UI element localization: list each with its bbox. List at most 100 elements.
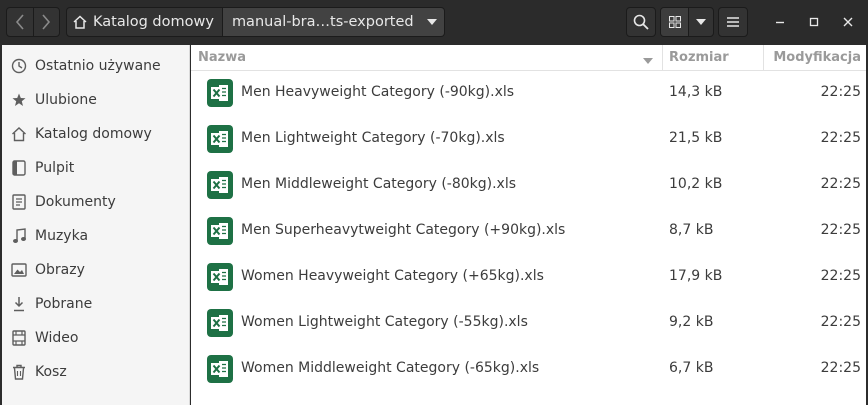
nav-buttons (6, 7, 60, 37)
chevron-right-icon (42, 14, 51, 30)
video-icon (10, 329, 28, 347)
maximize-icon (809, 17, 819, 27)
file-modified: 22:25 (820, 222, 861, 238)
home-icon (10, 125, 28, 143)
column-header-size[interactable]: Rozmiar (669, 50, 729, 65)
minimize-icon (776, 21, 784, 24)
file-size: 6,7 kB (669, 360, 714, 376)
table-row[interactable]: Women Middleweight Category (-65kg).xls 6… (191, 346, 866, 392)
spreadsheet-file-icon (207, 171, 233, 199)
home-icon (73, 15, 87, 29)
sidebar-item-desktop[interactable]: Pulpit (2, 151, 188, 185)
sidebar-item-label: Muzyka (35, 228, 89, 244)
star-icon (10, 91, 28, 109)
column-separator[interactable] (763, 45, 764, 71)
view-options (660, 7, 714, 37)
spreadsheet-file-icon (207, 309, 233, 337)
file-size: 8,7 kB (669, 222, 714, 238)
file-size: 9,2 kB (669, 314, 714, 330)
table-row[interactable]: Women Heavyweight Category (+65kg).xls 17… (191, 254, 866, 300)
file-name: Men Middleweight Category (-80kg).xls (241, 176, 517, 192)
sidebar-item-label: Pobrane (35, 296, 93, 312)
breadcrumb-home[interactable]: Katalog domowy (66, 7, 223, 37)
forward-button[interactable] (32, 8, 60, 36)
view-dropdown-button[interactable] (689, 8, 713, 36)
table-row[interactable]: Men Heavyweight Category (-90kg).xls 14,3… (191, 70, 866, 116)
spreadsheet-file-icon (207, 125, 233, 153)
breadcrumb-current-label: manual-bra…ts-exported (231, 14, 414, 30)
file-modified: 22:25 (820, 130, 861, 146)
grid-view-button[interactable] (661, 8, 690, 36)
chevron-down-icon[interactable] (426, 18, 438, 26)
file-name: Women Lightweight Category (-55kg).xls (241, 314, 528, 330)
maximize-button[interactable] (804, 12, 824, 32)
search-button[interactable] (626, 7, 656, 37)
file-name: Women Middleweight Category (-65kg).xls (241, 360, 540, 376)
sidebar-item-label: Katalog domowy (35, 126, 152, 142)
sidebar-item-recent[interactable]: Ostatnio używane (2, 49, 188, 83)
document-icon (10, 193, 28, 211)
spreadsheet-file-icon (207, 79, 233, 107)
minimize-button[interactable] (770, 12, 790, 32)
sidebar-item-videos[interactable]: Wideo (2, 321, 188, 355)
desktop-icon (10, 159, 28, 177)
file-name: Men Heavyweight Category (-90kg).xls (241, 84, 515, 100)
file-size: 17,9 kB (669, 268, 723, 284)
sidebar-item-label: Obrazy (35, 262, 85, 278)
column-header-name[interactable]: Nazwa (198, 50, 246, 65)
table-row[interactable]: Women Lightweight Category (-55kg).xls 9,… (191, 300, 866, 346)
table-row[interactable]: Men Superheavytweight Category (+90kg).x… (191, 208, 866, 254)
sidebar-item-home[interactable]: Katalog domowy (2, 117, 188, 151)
sidebar-item-label: Ulubione (35, 92, 97, 108)
sidebar-item-downloads[interactable]: Pobrane (2, 287, 188, 321)
image-icon (10, 261, 28, 279)
sidebar-item-starred[interactable]: Ulubione (2, 83, 188, 117)
music-icon (10, 227, 28, 245)
close-icon (843, 17, 853, 27)
table-row[interactable]: Men Lightweight Category (-70kg).xls 21,5… (191, 116, 866, 162)
close-button[interactable] (838, 12, 858, 32)
grid-icon (668, 16, 681, 28)
file-modified: 22:25 (820, 360, 861, 376)
download-icon (10, 295, 28, 313)
spreadsheet-file-icon (207, 217, 233, 245)
sidebar-item-label: Dokumenty (35, 194, 116, 210)
sidebar-item-documents[interactable]: Dokumenty (2, 185, 188, 219)
sidebar-item-label: Kosz (35, 364, 67, 380)
sidebar-item-music[interactable]: Muzyka (2, 219, 188, 253)
sort-arrow-icon[interactable] (643, 54, 653, 69)
column-header-modified[interactable]: Modyfikacja (773, 50, 861, 65)
spreadsheet-file-icon (207, 263, 233, 291)
sidebar: Ostatnio używane Ulubione Katalog domowy… (2, 45, 190, 405)
file-list: Nazwa Rozmiar Modyfikacja Men Heavyweigh… (191, 45, 866, 405)
chevron-down-icon (696, 18, 707, 25)
hamburger-icon (727, 17, 739, 27)
file-size: 21,5 kB (669, 130, 723, 146)
chevron-left-icon (15, 14, 24, 30)
file-name: Women Heavyweight Category (+65kg).xls (241, 268, 544, 284)
sidebar-item-trash[interactable]: Kosz (2, 355, 188, 389)
column-header-row: Nazwa Rozmiar Modyfikacja (191, 45, 866, 71)
sidebar-item-label: Pulpit (35, 160, 75, 176)
file-name: Men Lightweight Category (-70kg).xls (241, 130, 505, 146)
file-name: Men Superheavytweight Category (+90kg).x… (241, 222, 566, 238)
header-bar: Katalog domowy manual-bra…ts-exported (0, 0, 868, 45)
search-icon (633, 14, 649, 30)
breadcrumb-current[interactable]: manual-bra…ts-exported (222, 7, 445, 37)
file-size: 14,3 kB (669, 84, 723, 100)
breadcrumb-home-label: Katalog domowy (93, 14, 214, 30)
file-modified: 22:25 (820, 314, 861, 330)
sidebar-item-label: Ostatnio używane (35, 58, 161, 74)
table-row[interactable]: Men Middleweight Category (-80kg).xls 10,… (191, 162, 866, 208)
file-size: 10,2 kB (669, 176, 723, 192)
file-modified: 22:25 (820, 84, 861, 100)
back-button[interactable] (7, 8, 33, 36)
column-separator[interactable] (662, 45, 663, 71)
breadcrumb: Katalog domowy manual-bra…ts-exported (66, 7, 445, 37)
file-modified: 22:25 (820, 176, 861, 192)
spreadsheet-file-icon (207, 355, 233, 383)
trash-icon (10, 363, 28, 381)
sidebar-item-pictures[interactable]: Obrazy (2, 253, 188, 287)
clock-icon (10, 57, 28, 75)
menu-button[interactable] (718, 7, 748, 37)
